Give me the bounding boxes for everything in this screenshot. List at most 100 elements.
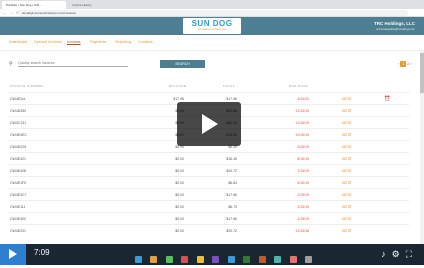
invoice-number-cell[interactable]: CW4E231 — [10, 229, 26, 233]
col-balance[interactable]: BALANCE — [169, 84, 187, 88]
status-cell: NOTE — [342, 157, 352, 161]
due-date-cell: 2/15/19 — [297, 193, 309, 197]
col-total[interactable]: TOTAL — [223, 84, 235, 88]
menu-payments[interactable]: Payments — [90, 40, 106, 44]
app-icon[interactable] — [227, 256, 235, 263]
page-more[interactable]: › — [411, 61, 412, 66]
table-header: INVOICE NUMBER BALANCE TOTAL DUE DATE — [9, 82, 409, 90]
page-current[interactable]: 1 — [400, 61, 407, 67]
invoice-number-cell[interactable]: CW4D225 — [10, 145, 26, 149]
pagination: ‹ 1 2 › — [398, 61, 412, 67]
logo-subtext: INFORMATION TECHNOLOGY — [197, 29, 227, 31]
invoice-number-cell[interactable]: CW4C131 — [10, 121, 26, 125]
due-date-cell: 3/15/20 — [297, 97, 309, 101]
invoice-number-cell[interactable]: CW4E3C7 — [10, 193, 27, 197]
table-row[interactable]: CW4E421 $0.00 $16.45 8/15/19 NOTE — [9, 152, 409, 164]
browser-tab[interactable]: Invoice History — [68, 1, 116, 9]
company-name: TRC Holdings, LLC — [374, 21, 415, 26]
app-icon[interactable] — [258, 256, 266, 263]
status-cell: NOTE — [342, 217, 352, 221]
url-field[interactable]: sundogit.connect/customer.com/invoices — [18, 10, 408, 16]
table-row[interactable]: CW4E231 $0.00 $20.72 12/15/18 NOTE — [9, 224, 409, 236]
col-invoice-number[interactable]: INVOICE NUMBER — [10, 84, 43, 88]
menu-invoices[interactable]: Invoices — [67, 40, 81, 44]
app-icon[interactable] — [304, 256, 312, 263]
balance-cell: $0.00 — [175, 157, 184, 161]
page-prev[interactable]: ‹ — [398, 61, 399, 66]
status-cell: NOTE — [342, 181, 352, 185]
app-icon[interactable] — [181, 256, 189, 263]
page-next[interactable]: 2 — [407, 61, 409, 66]
total-cell: $20.72 — [226, 229, 237, 233]
browser-tab-active[interactable]: Portfolio • Sun Dog | Coll... — [2, 1, 66, 9]
menu-contacts[interactable]: Contacts — [138, 40, 153, 44]
table-row[interactable]: CW4E30Z $0.00 $17.96 1/15/19 NOTE — [9, 212, 409, 224]
search-input[interactable] — [18, 60, 128, 67]
address-bar: ← → ⟳ sundogit.connect/customer.com/invo… — [0, 9, 424, 17]
total-cell: $16.45 — [226, 157, 237, 161]
table-row[interactable]: CW4E1FE $0.00 $6.84 5/15/19 NOTE — [9, 176, 409, 188]
app-icon[interactable] — [289, 256, 297, 263]
invoice-number-cell[interactable]: CW4E421 — [10, 157, 26, 161]
menu-reporting[interactable]: Reporting — [115, 40, 131, 44]
invoice-number-cell[interactable]: CW4E4EC — [10, 133, 27, 137]
status-cell: NOTE — [342, 97, 352, 101]
app-icon[interactable] — [243, 256, 251, 263]
table-row[interactable]: CW4E3C7 $0.00 $17.96 2/15/19 NOTE — [9, 188, 409, 200]
due-date-cell: 10/16/19 — [295, 133, 309, 137]
invoice-number-cell[interactable]: CW4E2cL — [10, 97, 26, 101]
total-cell: $6.84 — [228, 181, 237, 185]
account-email: accountspayable@trcholdings.com — [376, 28, 415, 31]
due-date-cell: 11/16/19 — [295, 121, 309, 125]
status-cell: NOTE — [342, 229, 352, 233]
taskbar-apps — [135, 250, 316, 268]
due-date-cell: 9/15/19 — [297, 145, 309, 149]
balance-cell: $0.00 — [175, 169, 184, 173]
table-row[interactable]: CW4E428 $0.00 $20.72 7/15/19 NOTE — [9, 164, 409, 176]
app-header: SUN DOG INFORMATION TECHNOLOGY TRC Holdi… — [0, 17, 424, 35]
invoice-number-cell[interactable]: CW4E30Z — [10, 217, 26, 221]
due-date-cell: 1/15/19 — [297, 217, 309, 221]
player-time: 7:09 — [34, 248, 50, 257]
app-icon[interactable] — [274, 256, 282, 263]
scroll-thumb[interactable] — [420, 53, 424, 93]
menu-dashboard[interactable]: Dashboard — [9, 40, 27, 44]
play-icon — [9, 249, 17, 259]
status-cell: NOTE — [342, 205, 352, 209]
total-cell: $20.72 — [226, 169, 237, 173]
balance-cell: $0.00 — [175, 181, 184, 185]
table-row[interactable]: CW4E111 $0.00 $6.73 2/15/19 NOTE — [9, 200, 409, 212]
chrome-icon[interactable] — [196, 256, 204, 263]
volume-icon[interactable]: ♪ — [381, 249, 392, 259]
total-cell: $17.96 — [226, 97, 237, 101]
fullscreen-icon[interactable]: ⛶ — [406, 249, 418, 259]
search-button[interactable]: SEARCH — [160, 60, 205, 68]
app-icon[interactable] — [165, 256, 173, 263]
invoice-number-cell[interactable]: CW4E1FE — [10, 181, 27, 185]
col-due-date[interactable]: DUE DATE — [289, 84, 308, 88]
due-date-cell: 8/15/19 — [297, 157, 309, 161]
due-date-cell: 12/15/18 — [295, 229, 309, 233]
video-play-overlay[interactable] — [177, 102, 241, 146]
browser-tab-strip: Portfolio • Sun Dog | Coll... Invoice Hi… — [0, 0, 424, 9]
settings-gear-icon[interactable]: ⚙ — [392, 249, 406, 259]
play-icon — [202, 114, 218, 134]
invoice-number-cell[interactable]: CW4E111 — [10, 205, 25, 209]
main-menu: Dashboard Opened Invoices Invoices Payme… — [0, 35, 424, 51]
app-icon[interactable] — [212, 256, 220, 263]
total-cell: $6.73 — [228, 205, 237, 209]
invoice-number-cell[interactable]: CW4E428 — [10, 169, 26, 173]
alarm-icon[interactable]: ⏰ — [384, 96, 390, 102]
invoice-number-cell[interactable]: CW4D350 — [10, 109, 26, 113]
player-play-button[interactable] — [0, 244, 26, 265]
scrollbar[interactable] — [420, 51, 424, 244]
folder-icon[interactable] — [150, 256, 158, 263]
status-cell: NOTE — [342, 121, 352, 125]
sundog-logo[interactable]: SUN DOG INFORMATION TECHNOLOGY — [183, 18, 241, 34]
app-icon[interactable] — [135, 256, 142, 263]
status-cell: NOTE — [342, 169, 352, 173]
menu-opened-invoices[interactable]: Opened Invoices — [34, 40, 62, 44]
video-player-bar: 7:09 ♪⚙⛶ — [0, 244, 424, 265]
balance-cell: $0.00 — [175, 193, 184, 197]
balance-cell: $0.00 — [175, 217, 184, 221]
